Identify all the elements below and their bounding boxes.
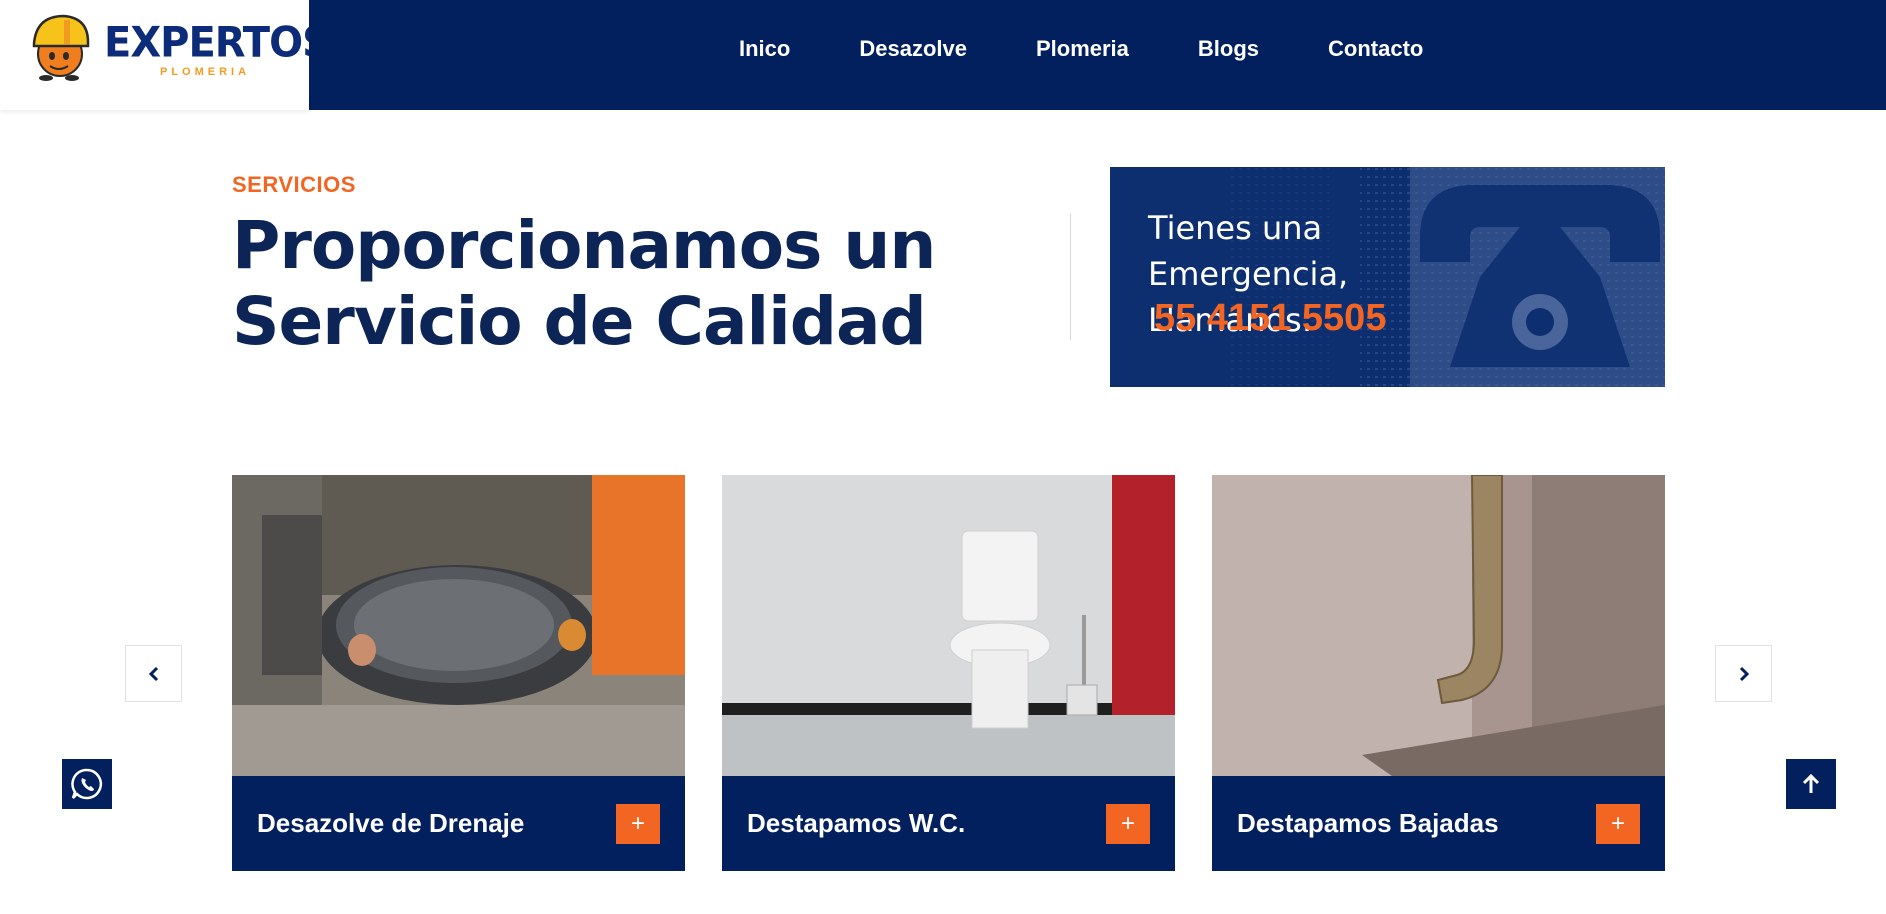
card-title[interactable]: Destapamos Bajadas: [1237, 808, 1499, 839]
site-header: EXPERTOS PLOMERIA Inico Desazolve Plomer…: [0, 0, 1886, 110]
card-more-button[interactable]: +: [1596, 804, 1640, 844]
card-image-downspout: [1212, 475, 1665, 776]
vertical-divider: [1070, 214, 1071, 340]
card-footer: Destapamos W.C. +: [722, 776, 1175, 871]
card-image-toilet: [722, 475, 1175, 776]
emergency-phone-number[interactable]: 55 4151 5505: [1154, 297, 1386, 340]
nav-item-plomeria[interactable]: Plomeria: [1036, 36, 1129, 62]
chevron-right-icon: [1739, 666, 1749, 681]
plumber-mascot-icon: [32, 14, 90, 81]
headline-line-2: Servicio de Calidad: [232, 283, 927, 360]
carousel-next-button[interactable]: [1715, 645, 1772, 702]
emergency-callout: Tienes una Emergencia, Llamanos: 55 4151…: [1110, 167, 1665, 387]
logo[interactable]: EXPERTOS PLOMERIA: [0, 0, 331, 110]
service-card-bajadas[interactable]: Destapamos Bajadas +: [1212, 475, 1665, 871]
main-nav: Inico Desazolve Plomeria Blogs Contacto: [309, 0, 1886, 110]
nav-item-inicio[interactable]: Inico: [739, 36, 790, 62]
nav-item-contacto[interactable]: Contacto: [1328, 36, 1423, 62]
carousel-prev-button[interactable]: [125, 645, 182, 702]
service-card-wc[interactable]: Destapamos W.C. +: [722, 475, 1175, 871]
nav-item-blogs[interactable]: Blogs: [1198, 36, 1259, 62]
nav-item-desazolve[interactable]: Desazolve: [859, 36, 967, 62]
logo-tagline: PLOMERIA: [160, 66, 251, 78]
arrow-up-icon: [1802, 773, 1820, 793]
card-footer: Desazolve de Drenaje +: [232, 776, 685, 871]
back-to-top-button[interactable]: [1786, 759, 1836, 809]
card-title[interactable]: Destapamos W.C.: [747, 808, 965, 839]
card-image-manhole: [232, 475, 685, 776]
whatsapp-button[interactable]: [62, 759, 112, 809]
section-headline: Proporcionamos un Servicio de Calidad: [232, 208, 952, 360]
chevron-left-icon: [148, 666, 158, 681]
section-kicker: SERVICIOS: [232, 172, 356, 197]
card-more-button[interactable]: +: [616, 804, 660, 844]
whatsapp-icon: [71, 768, 103, 800]
card-title[interactable]: Desazolve de Drenaje: [257, 808, 524, 839]
service-card-drenaje[interactable]: Desazolve de Drenaje +: [232, 475, 685, 871]
nav-list: Inico Desazolve Plomeria Blogs Contacto: [739, 36, 1492, 62]
card-footer: Destapamos Bajadas +: [1212, 776, 1665, 871]
emergency-line-1: Tienes una Emergencia,: [1148, 209, 1349, 293]
card-more-button[interactable]: +: [1106, 804, 1150, 844]
logo-title: EXPERTOS: [104, 18, 331, 68]
headline-line-1: Proporcionamos un: [232, 207, 936, 284]
